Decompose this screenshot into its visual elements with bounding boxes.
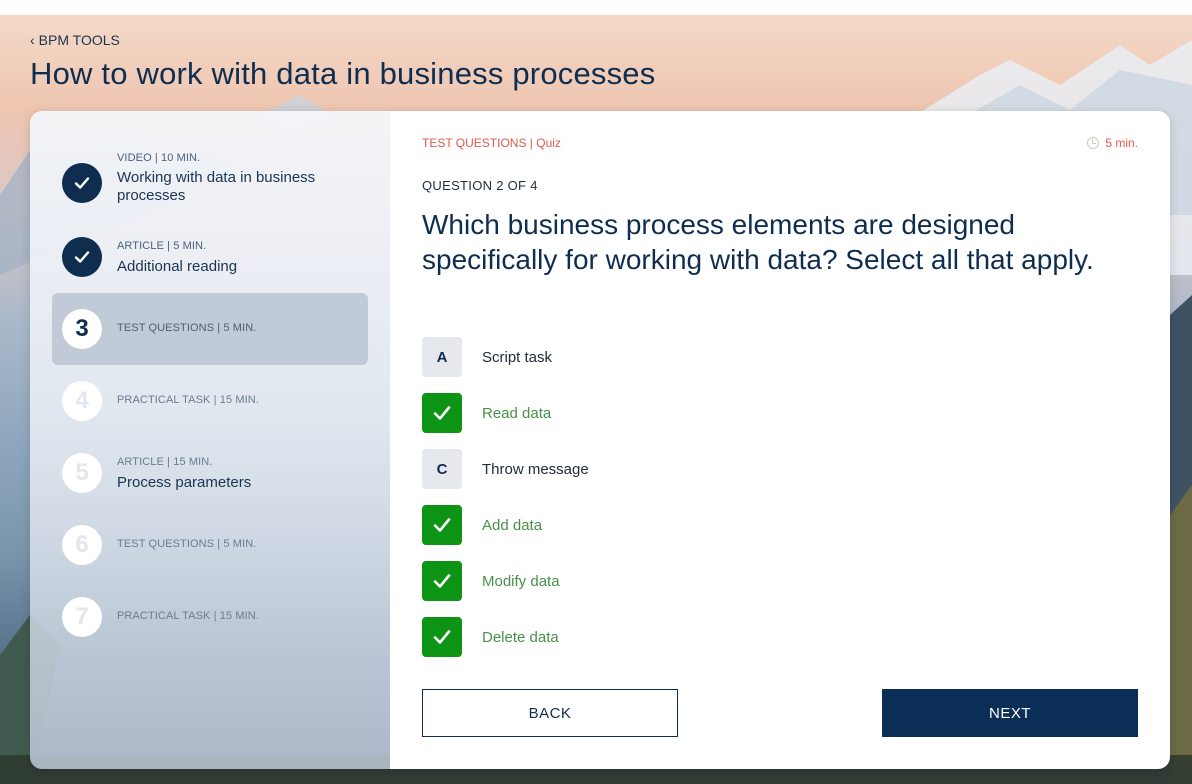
option-d[interactable]: Add data — [422, 505, 822, 545]
check-icon — [433, 574, 451, 588]
option-label: Read data — [482, 404, 552, 422]
step-meta: ARTICLE | 5 MIN. — [117, 240, 207, 252]
quiz-panel: TEST QUESTIONS | Quiz 5 min. QUESTION 2 … — [390, 111, 1170, 769]
chevron-left-icon: ‹ — [30, 32, 35, 48]
step-number-badge: 7 — [62, 597, 102, 637]
next-button[interactable]: NEXT — [882, 689, 1138, 737]
step-title: Process parameters — [117, 474, 252, 491]
option-b[interactable]: Read data — [422, 393, 822, 433]
step-meta: ARTICLE | 15 MIN. — [117, 456, 213, 468]
question-text: Which business process elements are desi… — [422, 209, 1094, 275]
back-button[interactable]: BACK — [422, 689, 678, 737]
step-number-badge: 6 — [62, 525, 102, 565]
lesson-sidebar: VIDEO | 10 MIN. Working with data in bus… — [30, 111, 390, 769]
quiz-duration: 5 min. — [1087, 136, 1138, 150]
option-checked-box — [422, 561, 462, 601]
clock-icon — [1087, 137, 1100, 149]
step-number-badge: 4 — [62, 381, 102, 421]
option-checked-box — [422, 505, 462, 545]
question-counter: QUESTION 2 OF 4 — [422, 178, 538, 193]
option-f[interactable]: Delete data — [422, 617, 822, 657]
check-icon — [74, 251, 90, 263]
option-key: C — [422, 449, 462, 489]
option-key: A — [422, 337, 462, 377]
quiz-type-label: TEST QUESTIONS | Quiz — [422, 136, 561, 150]
breadcrumb-link[interactable]: ‹ BPM TOOLS — [30, 32, 120, 48]
page-title: How to work with data in business proces… — [30, 56, 656, 91]
step-title: Additional reading — [117, 258, 238, 275]
option-checked-box — [422, 393, 462, 433]
top-strip — [0, 0, 1192, 15]
sidebar-step-7[interactable]: 7 PRACTICAL TASK | 15 MIN. — [52, 581, 368, 653]
step-meta: TEST QUESTIONS | 5 MIN. — [117, 322, 257, 334]
check-icon — [433, 406, 451, 420]
step-done-badge — [62, 237, 102, 277]
check-icon — [433, 518, 451, 532]
option-label: Throw message — [482, 460, 589, 478]
sidebar-step-6[interactable]: 6 TEST QUESTIONS | 5 MIN. — [52, 509, 368, 581]
option-a[interactable]: A Script task — [422, 337, 822, 377]
step-number-badge: 5 — [62, 453, 102, 493]
option-c[interactable]: C Throw message — [422, 449, 822, 489]
sidebar-step-5[interactable]: 5 ARTICLE | 15 MIN. Process parameters — [52, 437, 368, 509]
step-meta: PRACTICAL TASK | 15 MIN. — [117, 610, 259, 622]
sidebar-step-3[interactable]: 3 TEST QUESTIONS | 5 MIN. — [52, 293, 368, 365]
option-label: Modify data — [482, 572, 560, 590]
option-label: Delete data — [482, 628, 559, 646]
option-checked-box — [422, 617, 462, 657]
step-meta: PRACTICAL TASK | 15 MIN. — [117, 394, 259, 406]
option-label: Add data — [482, 516, 543, 534]
duration-label: 5 min. — [1105, 136, 1138, 150]
step-number-badge: 3 — [62, 309, 102, 349]
check-icon — [433, 630, 451, 644]
step-done-badge — [62, 163, 102, 203]
sidebar-step-4[interactable]: 4 PRACTICAL TASK | 15 MIN. — [52, 365, 368, 437]
course-card: VIDEO | 10 MIN. Working with data in bus… — [30, 111, 1170, 769]
option-label: Script task — [482, 348, 553, 366]
step-meta: TEST QUESTIONS | 5 MIN. — [117, 538, 257, 550]
sidebar-step-1[interactable]: VIDEO | 10 MIN. Working with data in bus… — [52, 147, 368, 219]
step-meta: VIDEO | 10 MIN. — [117, 152, 201, 164]
breadcrumb-label: BPM TOOLS — [38, 32, 120, 48]
step-title: Working with data in business processes — [117, 169, 316, 204]
option-e[interactable]: Modify data — [422, 561, 822, 601]
sidebar-step-2[interactable]: ARTICLE | 5 MIN. Additional reading — [52, 221, 368, 293]
check-icon — [74, 177, 90, 189]
